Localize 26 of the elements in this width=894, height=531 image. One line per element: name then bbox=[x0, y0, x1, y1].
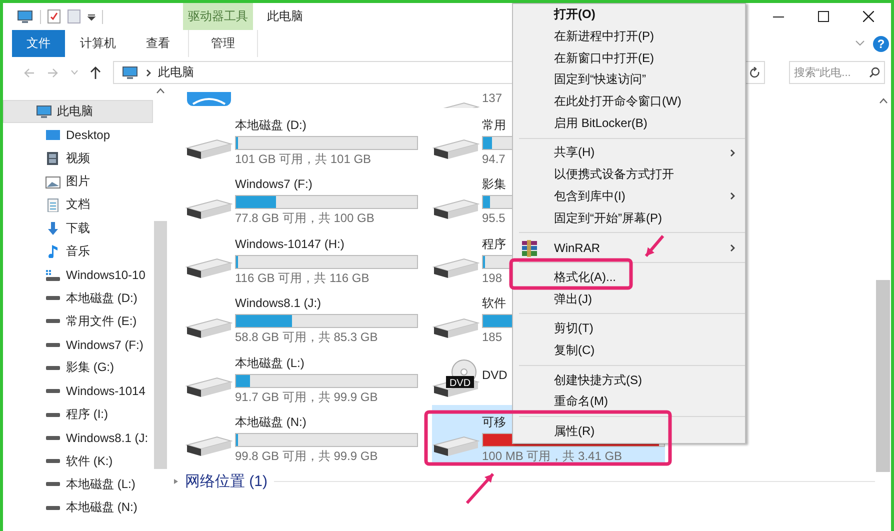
drive-name: 本地磁盘 (N:) bbox=[235, 414, 306, 430]
free-space: 91.7 GB 可用，共 99.9 GB bbox=[235, 388, 378, 405]
free-space: 100 MB 可用，共 3.41 GB bbox=[482, 448, 622, 464]
free-space: 185 bbox=[482, 329, 502, 346]
drive-name: 本地磁盘 (D:) bbox=[235, 117, 306, 133]
free-space: 99.8 GB 可用，共 99.9 GB bbox=[235, 448, 378, 464]
drive-name: 软件 bbox=[482, 295, 506, 312]
window-title: 此电脑 bbox=[267, 8, 303, 25]
drive-name: 本地磁盘 (L:) bbox=[235, 354, 304, 371]
context-tab-header: 驱动器工具 bbox=[183, 3, 253, 30]
free-space: 95.5 bbox=[482, 210, 506, 226]
drive-name: 可移 bbox=[482, 414, 506, 430]
free-space: 58.8 GB 可用，共 85.3 GB bbox=[235, 329, 378, 346]
drive-name: 影集 bbox=[482, 176, 506, 192]
free-space: 137 bbox=[482, 90, 502, 107]
free-space: 101 GB 可用，共 101 GB bbox=[235, 151, 372, 167]
drive-name: Windows7 (F:) bbox=[235, 176, 312, 192]
drive-name: DVD bbox=[482, 367, 508, 384]
free-space: 94.7 bbox=[482, 151, 506, 167]
free-space: 198 bbox=[482, 270, 502, 286]
free-space: 116 GB 可用，共 116 GB bbox=[235, 270, 370, 286]
drive-name: 常用 bbox=[482, 117, 506, 133]
drive-name: Windows8.1 (J:) bbox=[235, 295, 322, 312]
drive-name: 程序 bbox=[482, 236, 506, 252]
drive-name: Windows-10147 (H:) bbox=[235, 236, 344, 252]
free-space: 77.8 GB 可用，共 100 GB bbox=[235, 210, 374, 226]
